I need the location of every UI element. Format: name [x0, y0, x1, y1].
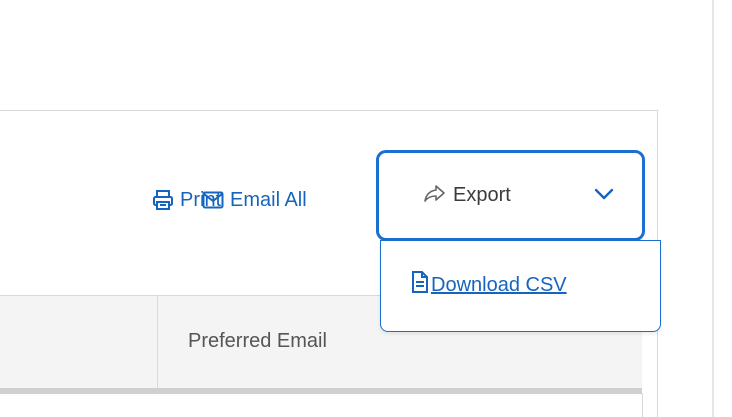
table-body: [0, 393, 643, 417]
export-label: Export: [453, 184, 511, 206]
export-button[interactable]: Export: [376, 150, 645, 241]
export-dropdown-menu: Download CSV: [380, 240, 661, 332]
column-divider: [157, 296, 158, 388]
page: Print Email All Export Download CSV Pref…: [0, 0, 732, 417]
email-all-label: Email All: [230, 188, 307, 211]
email-all-button[interactable]: Email All: [202, 184, 307, 216]
envelope-icon: [202, 191, 224, 209]
download-csv-label: Download CSV: [431, 273, 567, 296]
download-csv-menu-item[interactable]: Download CSV: [411, 270, 567, 300]
document-icon: [411, 270, 429, 300]
chevron-down-icon: [594, 187, 614, 205]
scrollbar-track[interactable]: [712, 0, 714, 417]
share-arrow-icon: [423, 183, 447, 209]
column-header-preferred-email[interactable]: Preferred Email: [188, 330, 327, 353]
printer-icon: [152, 189, 174, 211]
export-button-content: Export: [423, 183, 511, 209]
